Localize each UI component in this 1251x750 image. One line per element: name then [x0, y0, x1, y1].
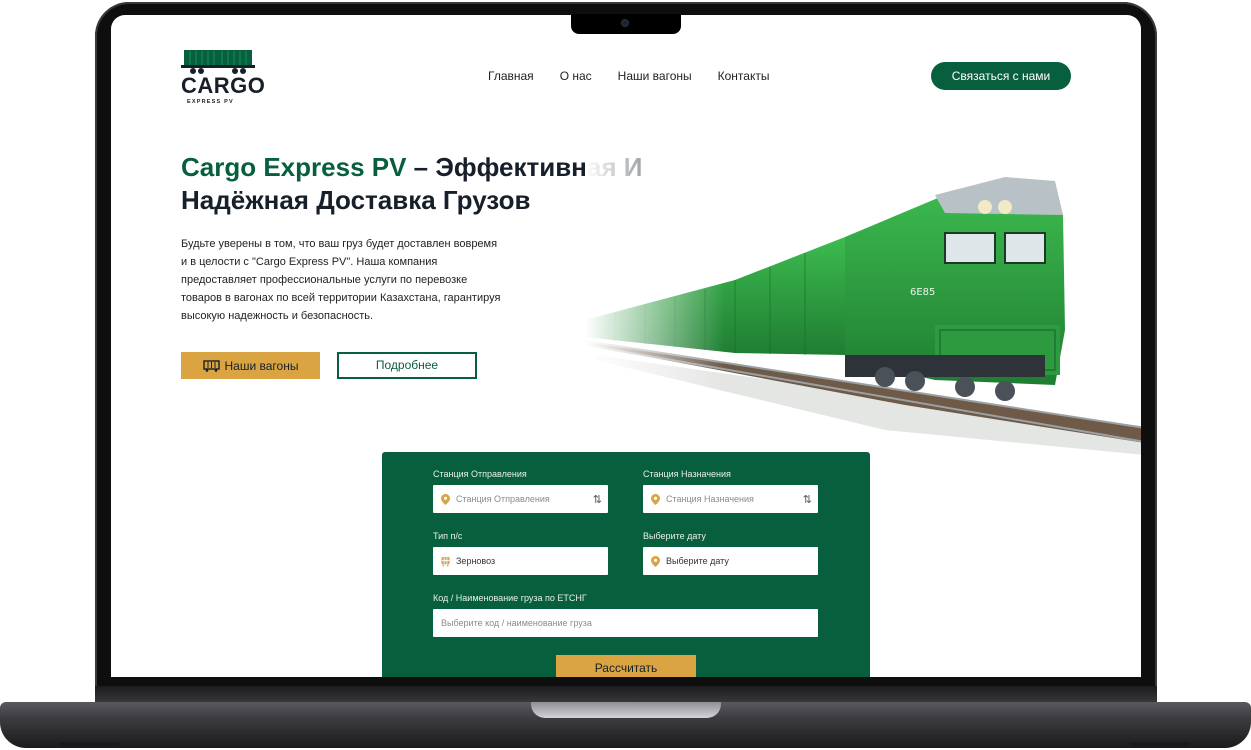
- main-nav: Главная О нас Наши вагоны Контакты: [488, 68, 769, 84]
- departure-placeholder: Станция Отправления: [456, 494, 550, 504]
- nav-contacts[interactable]: Контакты: [718, 68, 770, 84]
- wagon-logo-icon: [181, 50, 255, 74]
- hero-description: Будьте уверены в том, что ваш груз будет…: [181, 238, 501, 322]
- cargo-code-field[interactable]: Выберите код / наименование груза: [433, 609, 818, 637]
- camera-icon: [621, 19, 629, 27]
- cargo-code-placeholder: Выберите код / наименование груза: [441, 618, 592, 628]
- our-wagons-label: Наши вагоны: [224, 358, 299, 373]
- date-value: Выберите дату: [666, 556, 729, 566]
- nav-home[interactable]: Главная: [488, 68, 534, 84]
- laptop-thumb-cutout: [531, 702, 721, 718]
- wagon-type-select[interactable]: Зерновоз: [433, 547, 608, 575]
- destination-station-field[interactable]: Станция Назначения ⇅: [643, 485, 818, 513]
- location-pin-icon: [651, 493, 660, 505]
- our-wagons-button[interactable]: Наши вагоны: [181, 352, 320, 379]
- site-logo[interactable]: CARGO EXPRESS PV: [181, 49, 266, 105]
- website-screen: CARGO EXPRESS PV Главная О нас Наши ваго…: [111, 15, 1141, 677]
- date-picker-field[interactable]: Выберите дату: [643, 547, 818, 575]
- nav-wagons[interactable]: Наши вагоны: [618, 68, 692, 84]
- departure-label: Станция Отправления: [433, 469, 527, 479]
- contact-us-button[interactable]: Связаться с нами: [931, 62, 1071, 90]
- wagon-type-value: Зерновоз: [456, 556, 496, 566]
- swap-arrows-icon[interactable]: ⇅: [593, 493, 602, 506]
- hero-title-brand: Cargo Express PV: [181, 152, 407, 182]
- destination-label: Станция Назначения: [643, 469, 731, 479]
- location-pin-icon: [651, 555, 660, 567]
- freight-calculator: Станция Отправления Станция Отправления …: [382, 452, 870, 677]
- departure-station-field[interactable]: Станция Отправления ⇅: [433, 485, 608, 513]
- destination-placeholder: Станция Назначения: [666, 494, 754, 504]
- logo-subtitle: EXPRESS PV: [187, 99, 234, 105]
- camera-notch: [571, 14, 681, 34]
- laptop-foot: [1130, 742, 1190, 748]
- learn-more-button[interactable]: Подробнее: [337, 352, 477, 379]
- location-pin-icon: [441, 493, 450, 505]
- cargo-code-label: Код / Наименование груза по ЕТСНГ: [433, 593, 587, 603]
- logo-wordmark: CARGO: [181, 73, 266, 98]
- wagon-icon: [202, 359, 220, 372]
- wagon-type-label: Тип п/с: [433, 531, 463, 541]
- laptop-foot: [60, 742, 120, 748]
- train-illustration: 6E85: [585, 155, 1141, 455]
- nav-about[interactable]: О нас: [560, 68, 592, 84]
- swap-arrows-icon[interactable]: ⇅: [803, 493, 812, 506]
- date-label: Выберите дату: [643, 531, 706, 541]
- wagon-type-icon: [441, 556, 450, 566]
- calculate-button[interactable]: Рассчитать: [556, 655, 696, 677]
